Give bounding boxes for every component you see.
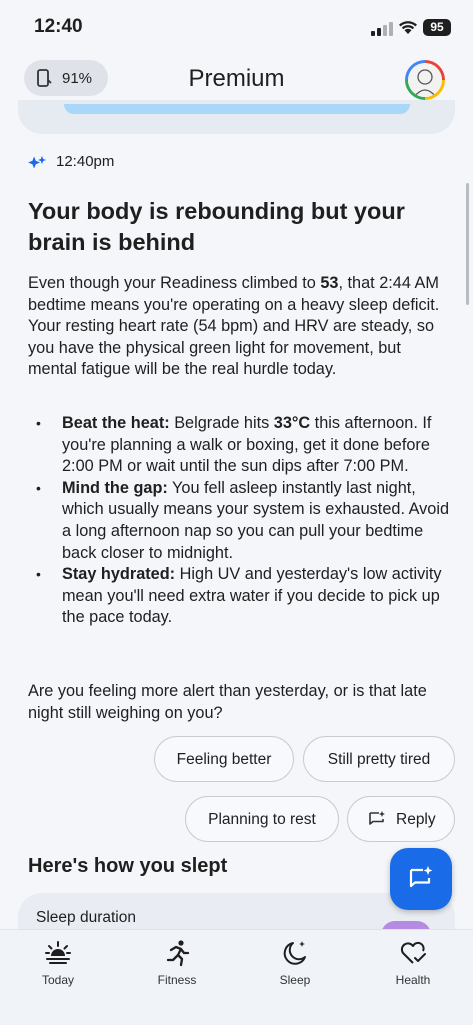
list-item: Stay hydrated: High UV and yesterday's l… [28, 564, 458, 629]
app-header: 91% Premium [0, 56, 473, 106]
tip-text: Belgrade hits [169, 414, 274, 432]
wifi-icon [399, 21, 417, 34]
moon-icon [283, 941, 306, 965]
running-icon [166, 940, 190, 967]
chip-planning-to-rest[interactable]: Planning to rest [185, 796, 339, 842]
new-chat-fab[interactable] [390, 848, 452, 910]
avatar-portrait [408, 63, 442, 97]
nav-item-today[interactable]: Today [18, 938, 98, 987]
tip-title: Stay hydrated: [62, 565, 176, 584]
temperature-value: 33°C [273, 414, 311, 432]
page-title: Premium [188, 65, 285, 92]
chat-sparkle-icon [409, 866, 433, 888]
nav-label-fitness: Fitness [157, 973, 197, 987]
section-title: Here's how you slept [28, 855, 228, 877]
reply-chat-icon [369, 811, 385, 825]
message-headline: Your body is rebounding but your brain i… [28, 198, 405, 255]
avatar[interactable] [405, 60, 445, 100]
message-question: Are you feeling more alert than yesterda… [28, 682, 427, 722]
sunrise-icon [45, 941, 71, 964]
message-body: Even though your Readiness climbed to 53… [28, 273, 453, 381]
nav-item-sleep[interactable]: Sleep [255, 938, 335, 987]
body-text: Even though your Readiness climbed to [28, 274, 321, 292]
heart-check-icon [400, 941, 426, 964]
previous-card [18, 100, 455, 134]
sparkle-icon [28, 156, 46, 169]
reply-label: Reply [396, 811, 436, 828]
previous-card-progress [64, 104, 410, 114]
status-time: 12:40 [34, 16, 83, 37]
chip-feeling-better[interactable]: Feeling better [154, 736, 294, 782]
nav-item-health[interactable]: Health [373, 938, 453, 987]
nav-item-fitness[interactable]: Fitness [137, 938, 217, 987]
tip-title: Beat the heat: [62, 414, 170, 432]
list-item: Beat the heat: Belgrade hits 33°C this a… [28, 413, 458, 478]
sleep-card-label: Sleep duration [36, 909, 136, 926]
list-item: Mind the gap: You fell asleep instantly … [28, 478, 458, 564]
status-bar: 12:40 95 [0, 0, 473, 56]
chip-still-pretty-tired[interactable]: Still pretty tired [303, 736, 455, 782]
nav-label-sleep: Sleep [279, 973, 311, 987]
scrollbar[interactable] [466, 183, 469, 305]
battery-indicator: 95 [423, 19, 451, 36]
cellular-signal-icon [371, 22, 393, 36]
message-time: 12:40pm [56, 153, 115, 170]
readiness-score: 53 [320, 274, 339, 292]
nav-label-today: Today [41, 973, 75, 987]
nav-label-health: Health [395, 973, 431, 987]
reply-button[interactable]: Reply [347, 796, 455, 842]
tip-title: Mind the gap: [62, 478, 168, 497]
bottom-nav: Today Fitness Sleep Health [0, 929, 473, 1025]
tips-list: Beat the heat: Belgrade hits 33°C this a… [28, 413, 458, 629]
